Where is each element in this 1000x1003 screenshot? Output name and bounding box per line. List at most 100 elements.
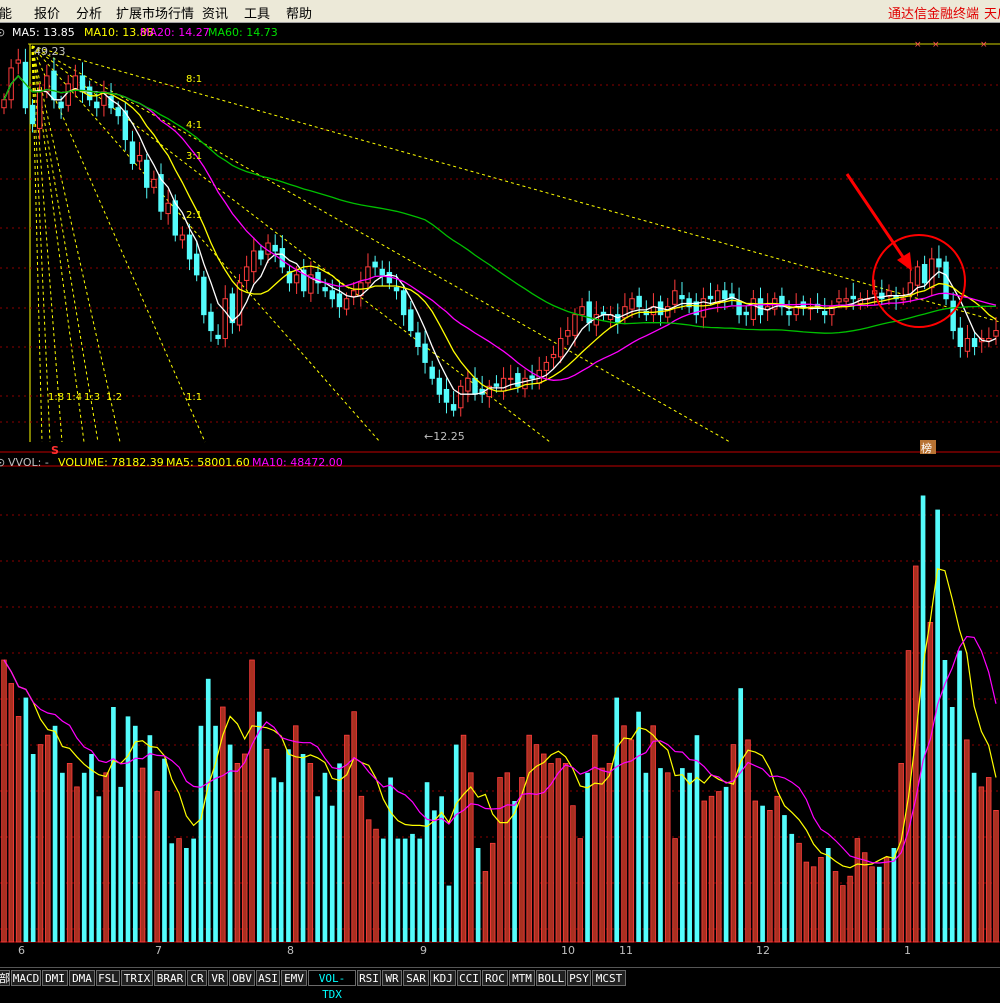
indicator-tab-emv[interactable]: EMV [281,970,307,986]
volume-bar [949,707,955,942]
candle-body [914,266,921,286]
volume-bar [351,711,357,943]
terminal-name-link[interactable]: 通达信金融终端 [888,3,979,22]
volume-bar [606,763,613,943]
candle-body [579,306,585,316]
candle-body [757,298,764,316]
menu-item-extended-market[interactable]: 扩展市场行情 [116,3,194,22]
menu-item-help[interactable]: 帮助 [286,3,312,22]
candle-body [151,178,157,188]
gann-fan-line [31,45,381,443]
volume-bar [191,838,196,942]
volume-bar [723,786,729,942]
indicator-tab-kdj[interactable]: KDJ [430,970,456,986]
indicator-tab-rsi[interactable]: RSI [357,970,381,986]
indicator-tab-部[interactable]: 部 [0,970,10,986]
candle-body [950,300,956,332]
month-label-6: 6 [18,944,25,957]
indicator-tab-boll[interactable]: BOLL [536,970,566,986]
menu-item-quotes[interactable]: 报价 [34,3,60,22]
indicator-tab-macd[interactable]: MACD [11,970,41,986]
cross-marker: × [932,40,940,50]
candle-body [672,290,678,305]
candle-body [629,298,635,310]
candle-body [115,107,121,117]
volume-bar [985,777,992,943]
volume-bar [701,800,707,943]
volume-bar [789,833,795,942]
indicator-tab-dmi[interactable]: DMI [42,970,68,986]
candle-body [408,309,414,332]
candle-body [929,258,935,289]
candlesticks [1,48,999,417]
volume-bar [614,697,620,942]
candle-body [957,327,964,347]
volume-bar [803,861,810,943]
candle-body [822,310,828,316]
candle-body [529,375,535,379]
menu-item-analysis[interactable]: 分析 [76,3,102,22]
candle-body [58,101,64,109]
month-label-7: 7 [155,944,162,957]
candle-body [450,404,457,411]
menu-item-tools[interactable]: 工具 [244,3,270,22]
indicator-tab-cr[interactable]: CR [187,970,207,986]
indicator-tab-roc[interactable]: ROC [482,970,508,986]
volume-bar [964,739,970,943]
volume-bar [373,828,379,943]
indicator-tab-obv[interactable]: OBV [229,970,255,986]
volume-ma-lines [3,568,997,869]
volume-bar [504,772,511,943]
volume-bar [468,772,474,943]
candle-body [921,264,928,284]
indicator-tab-asi[interactable]: ASI [256,970,280,986]
menu-item-features[interactable]: 功能 [0,3,12,22]
indicator-tab-vr[interactable]: VR [208,970,228,986]
volume-bar [432,810,437,942]
indicator-tab-dma[interactable]: DMA [69,970,95,986]
volume-bar [497,777,503,943]
indicator-tab-mcst[interactable]: MCST [592,970,626,986]
candle-body [993,330,999,337]
month-label-8: 8 [287,944,294,957]
volume-bar [162,758,167,942]
volume-bar [832,871,839,943]
month-label-10: 10 [561,944,575,957]
gann-label-1-1: 1:1 [186,392,202,403]
indicator-tab-vol-tdx[interactable]: VOL-TDX [308,970,356,1001]
volume-bar [388,777,393,942]
volume-bar [971,772,977,942]
volume-bar [154,791,160,943]
candle-body [971,338,978,347]
candle-body [208,311,214,332]
indicator-tab-mtm[interactable]: MTM [509,970,535,986]
indicator-tab-trix[interactable]: TRIX [121,970,153,986]
gann-label-1-3: 1:3 [84,392,100,403]
volume-bar [957,650,962,942]
indicator-tab-cci[interactable]: CCI [457,970,481,986]
candle-body [193,253,200,276]
candle-body [879,292,885,300]
volume-bar [708,795,715,943]
volume-bar [628,739,635,943]
candle-body [850,295,856,300]
indicator-tab-fsl[interactable]: FSL [96,970,120,986]
candle-body [465,377,471,392]
indicator-tab-psy[interactable]: PSY [567,970,591,986]
volume-bar [891,848,897,942]
tianqi-link[interactable]: 天启 [984,3,1000,22]
indicator-tab-wr[interactable]: WR [382,970,402,986]
candle-body [36,91,43,129]
stock-chart[interactable]: ⊙ MA5: 13.85 MA10: 13.88 MA20: 14.27 MA6… [0,22,1000,966]
high-price-label: 49.23 [34,45,66,58]
candle-body [136,154,143,162]
volume-bar [840,885,846,943]
cross-marker: × [980,40,988,50]
indicator-tab-brar[interactable]: BRAR [154,970,186,986]
gann-label-1-2: 1:2 [106,392,122,403]
gann-label-4-1: 4:1 [186,120,202,131]
menu-item-info[interactable]: 资讯 [202,3,228,22]
volume-bar [337,763,342,942]
indicator-tab-sar[interactable]: SAR [403,970,429,986]
volume-bar [475,848,481,942]
